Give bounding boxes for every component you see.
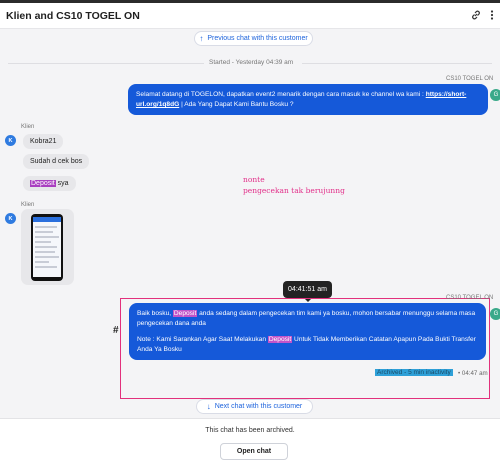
started-label: Started - Yesterday 04:39 am — [209, 59, 294, 66]
open-chat-button[interactable]: Open chat — [220, 443, 288, 460]
client-message-rest: sya — [55, 180, 69, 187]
time-tooltip: 04:41:51 am — [283, 281, 332, 302]
client-avatar: K — [5, 213, 16, 224]
chat-header: Klien and CS10 TOGEL ON — [0, 3, 500, 29]
client-avatar: K — [5, 135, 16, 146]
agent-welcome-message: Selamat datang di TOGELON, dapatkan even… — [128, 84, 488, 115]
deposit-highlight: Deposit — [172, 310, 198, 317]
welcome-suffix: | Ada Yang Dapat Kami Bantu Bosku ? — [179, 101, 294, 108]
chat-footer: This chat has been archived. Open chat — [0, 418, 500, 461]
client-message: Sudah d cek bos — [23, 154, 90, 169]
archived-time: • 04:47 am — [458, 370, 488, 377]
arrow-down-icon: ↓ — [206, 402, 211, 411]
arrow-up-icon: ↑ — [199, 34, 204, 43]
agent-name: CS10 TOGEL ON — [446, 76, 494, 82]
agent-name: CS10 TOGEL ON — [446, 295, 494, 301]
chat-title: Klien and CS10 TOGEL ON — [6, 10, 140, 22]
image-attachment[interactable] — [21, 209, 74, 285]
annotation-hash: # — [113, 325, 119, 336]
reply-paragraph-1: Baik bosku, Deposit anda sedang dalam pe… — [137, 309, 478, 329]
divider-right — [302, 63, 492, 64]
client-name: Klien — [21, 124, 35, 130]
link-icon[interactable] — [470, 9, 482, 21]
screenshot-thumbnail — [31, 214, 63, 281]
agent-reply-message: Baik bosku, Deposit anda sedang dalam pe… — [129, 303, 486, 360]
client-message: Deposit sya — [23, 176, 76, 191]
next-chat-label: Next chat with this customer — [214, 403, 303, 410]
agent-avatar: G — [490, 89, 500, 101]
previous-chat-label: Previous chat with this customer — [207, 35, 308, 42]
client-name: Klien — [21, 202, 35, 208]
next-chat-button[interactable]: ↓ Next chat with this customer — [196, 399, 313, 414]
reply-text: Baik bosku, — [137, 310, 173, 317]
annotation-line-1: nonte — [243, 175, 265, 184]
reply-text: Note : Kami Sarankan Agar Saat Melakukan — [137, 336, 268, 343]
divider-left — [8, 63, 204, 64]
deposit-highlight: Deposit — [30, 180, 56, 187]
annotation-line-2: pengecekan tak berujunng — [243, 186, 345, 195]
archived-label: Archived - 5 min inactivity — [375, 369, 453, 376]
client-message: Kobra21 — [23, 134, 64, 149]
agent-avatar: G — [490, 308, 500, 320]
archived-notice: This chat has been archived. — [205, 427, 295, 434]
deposit-highlight: Deposit — [267, 336, 293, 343]
welcome-text: Selamat datang di TOGELON, dapatkan even… — [136, 91, 426, 98]
previous-chat-button[interactable]: ↑ Previous chat with this customer — [194, 31, 313, 46]
more-vertical-icon[interactable] — [486, 9, 498, 21]
reply-paragraph-2: Note : Kami Sarankan Agar Saat Melakukan… — [137, 335, 478, 355]
